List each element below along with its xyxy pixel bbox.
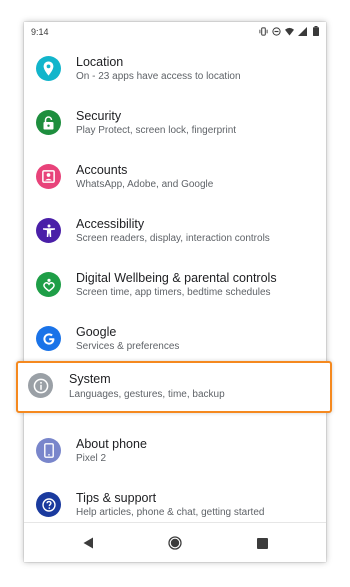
google-g-icon [36,326,61,351]
settings-item-digital-wellbeing[interactable]: Digital Wellbeing & parental controls Sc… [24,266,326,320]
settings-item-title: Accounts [76,163,128,177]
settings-item-title: Digital Wellbeing & parental controls [76,271,277,285]
phone-icon [36,438,61,463]
settings-item-location[interactable]: Location On - 23 apps have access to loc… [24,50,326,104]
account-box-icon [36,164,61,189]
settings-item-subtitle: Help articles, phone & chat, getting sta… [76,507,265,518]
phone-screen: 9:14 Location On - 23 apps have access t… [24,22,326,562]
signal-icon [298,26,307,36]
settings-item-accessibility[interactable]: Accessibility Screen readers, display, i… [24,212,326,266]
wifi-icon [285,26,294,36]
settings-item-title: Google [76,325,117,339]
accessibility-icon [36,218,61,243]
battery-icon [311,26,320,36]
location-pin-icon [36,56,61,81]
settings-item-subtitle: WhatsApp, Adobe, and Google [76,179,214,190]
settings-item-subtitle: Services & preferences [76,341,180,352]
lock-icon [36,110,61,135]
status-bar: 9:14 [24,22,326,42]
vibrate-icon [259,26,268,36]
settings-item-security[interactable]: Security Play Protect, screen lock, fing… [24,104,326,158]
settings-item-subtitle: On - 23 apps have access to location [76,71,241,82]
status-time: 9:14 [31,27,49,37]
settings-item-title: Security [76,109,122,123]
settings-item-title: System [69,372,111,386]
back-icon[interactable] [80,535,96,551]
help-icon [36,492,61,517]
home-icon[interactable] [167,535,183,551]
recents-icon[interactable] [254,535,270,551]
settings-item-system[interactable]: System Languages, gestures, time, backup [16,361,332,413]
settings-item-subtitle: Screen time, app timers, bedtime schedul… [76,287,271,298]
settings-item-subtitle: Languages, gestures, time, backup [69,389,225,400]
settings-item-about-phone[interactable]: About phone Pixel 2 [24,432,326,486]
settings-item-title: Accessibility [76,217,145,231]
do-not-disturb-icon [272,26,281,36]
navigation-bar [24,522,326,562]
settings-item-subtitle: Pixel 2 [76,453,107,464]
settings-item-accounts[interactable]: Accounts WhatsApp, Adobe, and Google [24,158,326,212]
status-icons [259,26,320,36]
settings-item-subtitle: Screen readers, display, interaction con… [76,233,270,244]
settings-item-title: Location [76,55,124,69]
settings-item-title: Tips & support [76,491,157,505]
wellbeing-heart-icon [36,272,61,297]
settings-item-subtitle: Play Protect, screen lock, fingerprint [76,125,237,136]
info-icon [28,373,53,398]
settings-item-title: About phone [76,437,147,451]
